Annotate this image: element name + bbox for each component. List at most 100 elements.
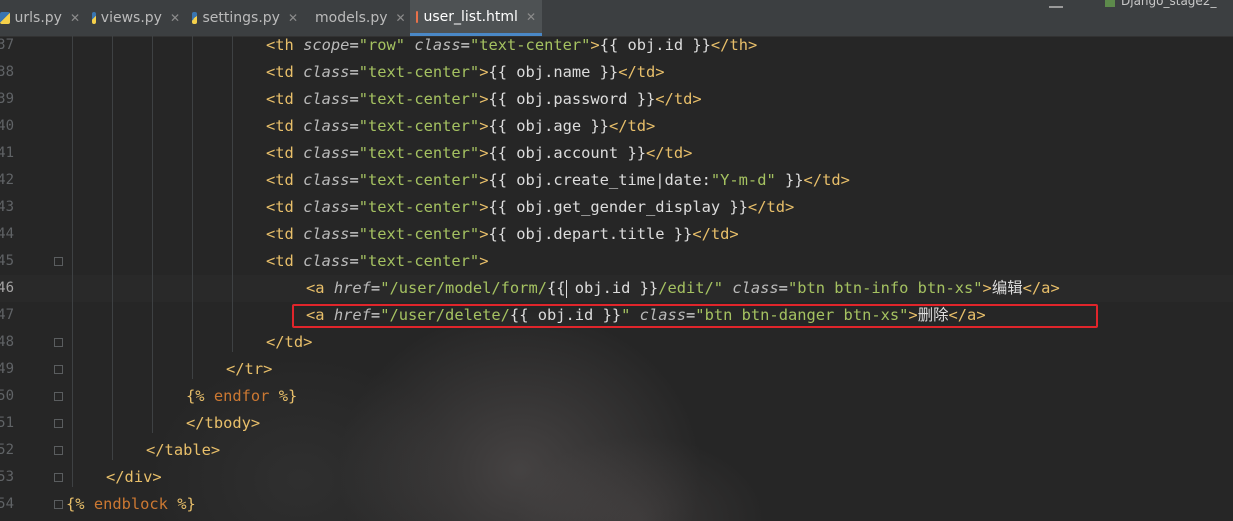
code-token: > (982, 279, 992, 297)
code-token: "text-center" (358, 252, 480, 270)
code-token: < (266, 198, 276, 216)
code-token: = (370, 279, 381, 297)
close-icon[interactable]: ✕ (170, 11, 180, 25)
close-icon[interactable]: ✕ (396, 11, 406, 25)
code-token: = (349, 63, 359, 81)
code-token: {% (66, 495, 94, 513)
fold-marker-icon[interactable] (54, 338, 63, 347)
code-line: </td> (266, 329, 312, 356)
code-token: {{ obj.get_gender_display }} (488, 198, 748, 216)
code-token: "row" (358, 36, 415, 54)
tab-label: settings.py (202, 10, 280, 26)
code-token: </ (618, 63, 637, 81)
code-token: td (627, 117, 647, 135)
tab-urls-py[interactable]: urls.py ✕ (0, 0, 86, 36)
tab-user-list-html[interactable]: user_list.html ✕ (410, 0, 542, 36)
close-icon[interactable]: ✕ (288, 11, 298, 25)
close-icon[interactable]: ✕ (70, 11, 80, 25)
fold-marker-icon[interactable] (54, 473, 63, 482)
fold-marker-icon[interactable] (54, 419, 63, 428)
code-token: }} (775, 171, 804, 189)
code-token: </ (747, 198, 767, 216)
code-token: < (266, 171, 276, 189)
code-token: = (349, 36, 359, 54)
code-token: = (349, 117, 359, 135)
code-token: class (414, 36, 461, 54)
code-token: endblock (93, 495, 178, 513)
code-token: td (766, 198, 786, 216)
text-cursor (566, 280, 567, 298)
run-configuration-selector[interactable]: Django_stage2_ (1105, 0, 1216, 8)
code-token: </ (803, 171, 823, 189)
code-token: "text-center" (358, 90, 480, 108)
code-token: "text-center" (358, 117, 480, 135)
code-token: > (210, 441, 221, 459)
code-token: </ (608, 117, 628, 135)
tab-views-py[interactable]: views.py ✕ (86, 0, 186, 36)
fold-marker-icon[interactable] (54, 257, 63, 266)
fold-marker-icon[interactable] (54, 365, 63, 374)
code-line: {% endblock %} (66, 491, 196, 518)
code-line: <td class="text-center">{{ obj.name }}</… (266, 59, 665, 86)
code-token: > (785, 198, 795, 216)
code-token: 编辑 (991, 279, 1023, 297)
code-line: </tr> (226, 356, 272, 383)
code-token: </ (710, 36, 730, 54)
line-number: 47 (0, 307, 14, 323)
code-token: td (275, 171, 304, 189)
line-number: 43 (0, 199, 14, 215)
indent-guide (232, 36, 233, 352)
run-config-label: Django_stage2_ (1121, 0, 1217, 8)
tab-label: views.py (100, 10, 162, 26)
code-token: < (266, 252, 276, 270)
html-file-icon (416, 10, 419, 23)
code-token: < (266, 144, 276, 162)
code-token: </ (226, 360, 245, 378)
code-line: <a href="/user/model/form/{{ obj.id }}/e… (306, 275, 1060, 302)
code-token: class (303, 252, 350, 270)
tab-settings-py[interactable]: settings.py ✕ (186, 0, 304, 36)
indent-guide (192, 36, 193, 379)
close-icon[interactable]: ✕ (526, 10, 536, 24)
code-token: > (303, 333, 313, 351)
code-token: td (275, 225, 304, 243)
line-number: 44 (0, 226, 14, 242)
code-token: "text-center" (358, 198, 480, 216)
code-line: <th scope="row" class="text-center">{{ o… (266, 32, 757, 59)
code-token: < (306, 279, 316, 297)
code-token: td (275, 117, 304, 135)
tab-models-py[interactable]: models.py ✕ (304, 0, 410, 36)
django-icon (1105, 0, 1115, 7)
fold-marker-icon[interactable] (54, 446, 63, 455)
line-number: 42 (0, 172, 14, 188)
code-token: </ (146, 441, 165, 459)
code-token: > (152, 468, 162, 486)
indent-guide (112, 36, 113, 460)
python-file-icon (0, 12, 10, 24)
code-token: > (729, 225, 739, 243)
code-token: > (250, 414, 261, 432)
python-file-icon (192, 12, 198, 24)
code-token: td (664, 144, 684, 162)
annotation-highlight-box (292, 304, 1098, 328)
tab-label: user_list.html (423, 8, 518, 25)
code-token: > (263, 360, 273, 378)
code-token: {{ obj.account }} (488, 144, 646, 162)
tab-list-menu-icon[interactable] (1049, 0, 1063, 8)
fold-marker-icon[interactable] (54, 500, 63, 509)
code-token: th (275, 36, 304, 54)
code-token: "Y-m-d" (710, 171, 776, 189)
code-token: {{ obj.create_time|date: (488, 171, 711, 189)
code-token: td (636, 63, 656, 81)
line-number: 40 (0, 118, 14, 134)
code-token: = (349, 90, 359, 108)
code-token: </ (646, 144, 665, 162)
code-token: "btn btn-info btn-xs" (787, 279, 983, 297)
indent-guide (152, 36, 153, 433)
fold-marker-icon[interactable] (54, 392, 63, 401)
code-token: = (349, 171, 359, 189)
code-line: </table> (146, 437, 220, 464)
line-number: 37 (0, 37, 14, 53)
code-token: class (303, 63, 350, 81)
code-token: > (692, 90, 702, 108)
